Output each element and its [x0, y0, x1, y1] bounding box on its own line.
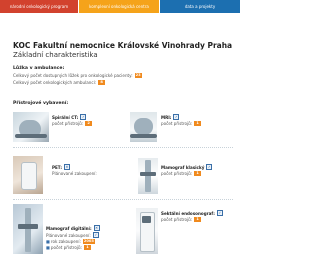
checkbox-icon: ✓ — [80, 114, 87, 120]
count-badge: 1 — [84, 245, 92, 250]
row-divider — [13, 199, 233, 200]
page-title: KOC Fakultní nemocnice Královské Vinohra… — [13, 41, 233, 50]
equipment-name: Sektální endosonograf: — [161, 210, 215, 216]
beds-row-label: Celkový počet onkologických ambulancí: — [13, 80, 97, 85]
count-label: počet přístrojů: — [50, 245, 83, 250]
mammograph-column-graphic — [25, 208, 31, 252]
mri-photo — [130, 112, 157, 142]
count-badge: 1 — [194, 217, 202, 222]
equipment-name: Mamograf digitální: — [46, 225, 92, 231]
mri-scanner-graphic — [134, 118, 153, 135]
page-header: KOC Fakultní nemocnice Královské Vinohra… — [13, 41, 232, 59]
checkbox-icon: ✓ — [206, 164, 213, 170]
beds-section: Lůžka v ambulance: Celkový počet dostupn… — [13, 66, 233, 85]
count-label: počet přístrojů: — [161, 171, 193, 176]
count-badge: 1 — [194, 121, 202, 126]
equipment-mammograph-classic: Mamograf klasický ✓ počet přístrojů: 1 — [161, 164, 213, 176]
equipment-mri: MRI: ✓ počet přístrojů: 1 — [161, 114, 202, 126]
pet-photo — [13, 156, 43, 194]
checkbox-icon: ✓ — [173, 114, 180, 120]
tab-data-and-projects[interactable]: data a projekty — [160, 0, 240, 13]
count-badge: 23 — [134, 73, 142, 78]
year-badge: 2003 — [82, 239, 95, 244]
tab-national-oncology-program[interactable]: národní onkologický program — [0, 0, 78, 13]
beds-heading: Lůžka v ambulance: — [13, 66, 65, 71]
beds-row-label: Celkový počet dostupných lůžek pro onkol… — [13, 73, 133, 78]
equipment-endosonograph: Sektální endosonograf: ✓ počet přístrojů:… — [161, 210, 223, 222]
mammograph-arm-graphic — [140, 172, 156, 176]
count-badge: 8 — [98, 80, 106, 85]
equipment-mammograph-digital: Mamograf digitální: ✕ Plánované zakoupení… — [46, 225, 100, 250]
mammograph-classic-photo — [138, 158, 158, 194]
page-subtitle: Základní charakteristika — [13, 51, 98, 59]
mri-table-graphic — [130, 134, 157, 138]
top-navigation: národní onkologický program komplexní on… — [0, 0, 240, 13]
count-label: počet přístrojů: — [161, 121, 193, 126]
count-label: počet přístrojů: — [161, 217, 193, 222]
equipment-name: MRI: — [161, 114, 172, 120]
mammograph-digital-photo — [13, 204, 43, 254]
mammograph-column-graphic — [145, 160, 151, 192]
tab-comprehensive-oncology-centers[interactable]: komplexní onkologická centra — [79, 0, 159, 13]
checkbox-icon: ✓ — [92, 232, 99, 238]
equipment-heading: Přístrojové vybavení: — [13, 101, 69, 106]
mammograph-arm-graphic — [18, 224, 38, 229]
equipment-pet: PET: ✕ Plánované zakoupení: — [52, 164, 97, 176]
year-label: rok zakoupení: — [50, 239, 81, 244]
ct-table-graphic — [15, 134, 47, 138]
beds-row-total-beds: Celkový počet dostupných lůžek pro onkol… — [13, 73, 233, 78]
beds-row-ambulances: Celkový počet onkologických ambulancí: 8 — [13, 80, 233, 85]
checkbox-icon: ✕ — [64, 164, 71, 170]
equipment-name: Spirální CT: — [52, 114, 79, 120]
count-badge: 2 — [85, 121, 93, 126]
pet-scanner-graphic — [21, 162, 37, 190]
equipment-name: Mamograf klasický — [161, 164, 205, 170]
bullet-icon: ■ — [46, 239, 50, 244]
equipment-name: PET: — [52, 164, 63, 170]
planned-label: Plánované zakoupení: — [52, 171, 97, 176]
checkbox-icon: ✕ — [93, 225, 100, 231]
count-label: počet přístrojů: — [52, 121, 84, 126]
bullet-icon: ■ — [46, 245, 50, 250]
spiral-ct-photo — [13, 112, 49, 142]
row-divider — [13, 147, 233, 148]
endosonograph-photo — [136, 208, 158, 254]
equipment-spiral-ct: Spirální CT: ✓ počet přístrojů: 2 — [52, 114, 93, 126]
planned-label: Plánované zakoupení: — [46, 232, 91, 238]
count-badge: 1 — [194, 171, 202, 176]
checkbox-icon: ✓ — [216, 210, 223, 216]
endosonograph-screen-graphic — [142, 216, 151, 223]
